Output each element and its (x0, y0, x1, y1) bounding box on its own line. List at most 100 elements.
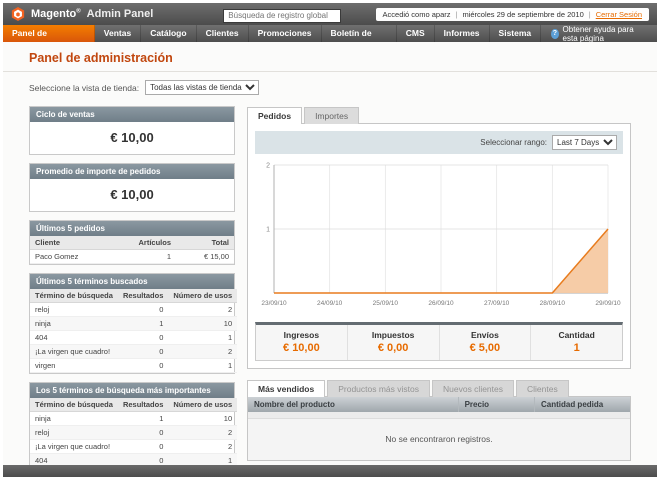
main-nav: Panel de administración Ventas Catálogo … (3, 24, 657, 55)
column-header: Resultados (117, 398, 169, 412)
column-header: Artículos (133, 236, 176, 250)
nav-item-catalogo[interactable]: Catálogo (141, 25, 197, 42)
help-icon: ? (551, 28, 559, 39)
tab-productos-mas-vistos[interactable]: Productos más vistos (327, 380, 430, 397)
brand-name: Magento® (31, 8, 81, 20)
stat-ingresos: Ingresos € 10,00 (256, 325, 347, 360)
range-select[interactable]: Last 7 Days (552, 135, 617, 150)
stat-impuestos: Impuestos € 0,00 (346, 325, 439, 360)
svg-text:1: 1 (266, 227, 270, 234)
store-view-row: Seleccione la vista de tienda: Todas las… (3, 72, 657, 104)
stat-label: Cantidad (558, 330, 595, 340)
tab-pedidos[interactable]: Pedidos (247, 107, 303, 124)
top-search-title: Los 5 términos de búsqueda más important… (30, 383, 234, 398)
page-title: Panel de administración (29, 51, 173, 65)
stat-label: Envíos (470, 330, 499, 340)
nav-item-informes[interactable]: Informes (435, 25, 490, 42)
stat-envios: Envíos € 5,00 (438, 325, 531, 360)
range-label: Seleccionar rango: (480, 138, 547, 147)
orders-chart-wrap: 1 2 23/09/10 24/09/10 25/09/10 26/09/10 27/09/… (255, 154, 623, 314)
global-search (223, 5, 342, 23)
grid-column-header[interactable]: Nombre del producto (248, 397, 459, 412)
table-row[interactable]: ninja 1 10 (30, 411, 238, 426)
top-search-table: Término de búsqueda Resultados Número de… (30, 398, 238, 465)
tab-mas-vendidos[interactable]: Más vendidos (247, 380, 326, 397)
tab-nuevos-clientes[interactable]: Nuevos clientes (432, 380, 515, 397)
nav-item-sistema[interactable]: Sistema (490, 25, 542, 42)
table-row[interactable]: Paco Gomez 1 € 15,00 (30, 249, 234, 264)
orders-chart: 1 2 23/09/10 24/09/10 25/09/10 26/09/10 27/09/… (261, 163, 621, 308)
grid-column-header[interactable]: Precio (458, 397, 535, 412)
lifetime-sales-value: € 10,00 (110, 130, 154, 145)
dashboard-left-column: Ciclo de ventas € 10,00 Promedio de impo… (29, 106, 238, 465)
nav-item-boletin[interactable]: Boletín de noticias (322, 25, 397, 55)
table-row[interactable]: ¡La virgen que cuadro! 0 2 (30, 344, 238, 359)
separator: | (588, 9, 591, 19)
chart-tabs: Pedidos Importes (247, 106, 631, 124)
help-label: Obtener ayuda para esta página (562, 24, 634, 43)
stat-label: Impuestos (371, 330, 415, 340)
column-header: Resultados (117, 289, 169, 303)
footer-bar (3, 465, 657, 477)
session-info: Accedió como aparz | miércoles 29 de sep… (375, 7, 649, 21)
average-orders-box: Promedio de importe de pedidos € 10,00 (29, 163, 235, 212)
svg-text:26/09/10: 26/09/10 (428, 300, 454, 307)
lifetime-sales-box: Ciclo de ventas € 10,00 (29, 106, 235, 155)
column-header: Número de usos (168, 289, 238, 303)
store-view-label: Seleccione la vista de tienda: (29, 82, 140, 93)
magento-logo-icon (11, 7, 25, 21)
product-name: Admin Panel (86, 8, 154, 20)
table-row[interactable]: ¡La virgen que cuadro! 0 2 (30, 439, 238, 454)
table-row[interactable]: reloj 0 2 (30, 302, 238, 317)
top-search-box: Los 5 términos de búsqueda más important… (29, 382, 238, 465)
tab-importes[interactable]: Importes (304, 107, 360, 124)
last-search-box: Últimos 5 términos buscados Término de b… (29, 273, 238, 374)
svg-text:24/09/10: 24/09/10 (317, 300, 343, 307)
last-search-table: Término de búsqueda Resultados Número de… (30, 289, 238, 373)
svg-text:23/09/10: 23/09/10 (261, 300, 287, 307)
svg-text:27/09/10: 27/09/10 (484, 300, 510, 307)
column-header: Término de búsqueda (30, 398, 118, 412)
svg-text:29/09/10: 29/09/10 (595, 300, 621, 307)
last-search-title: Últimos 5 términos buscados (30, 274, 234, 289)
nav-item-cms[interactable]: CMS (397, 25, 435, 42)
nav-item-promociones[interactable]: Promociones (249, 25, 322, 42)
stat-cantidad: Cantidad 1 (530, 325, 622, 360)
stat-label: Ingresos (283, 330, 320, 340)
average-orders-title: Promedio de importe de pedidos (30, 164, 234, 179)
column-header: Cliente (30, 236, 134, 250)
top-header: Magento® Admin Panel Accedió como aparz … (3, 3, 657, 25)
column-header: Término de búsqueda (30, 289, 118, 303)
svg-text:25/09/10: 25/09/10 (373, 300, 399, 307)
stat-value: € 10,00 (283, 342, 320, 354)
stat-value: € 0,00 (377, 342, 409, 354)
table-row[interactable]: ninja 1 10 (30, 316, 238, 331)
page-help-link[interactable]: ? Obtener ayuda para esta página (541, 24, 657, 43)
table-row[interactable]: virgen 0 1 (30, 358, 238, 373)
last-orders-box: Últimos 5 pedidos Cliente Artículos Tota… (29, 220, 235, 265)
table-row[interactable]: reloj 0 2 (30, 425, 238, 440)
store-view-select[interactable]: Todas las vistas de tienda (145, 80, 260, 95)
column-header: Número de usos (168, 398, 238, 412)
table-row[interactable]: 404 0 1 (30, 453, 238, 465)
dashboard-right-column: Pedidos Importes Seleccionar rango: Last… (247, 106, 631, 465)
content-area: Panel de administración Seleccione la vi… (3, 42, 657, 465)
nav-item-clientes[interactable]: Clientes (197, 25, 249, 42)
grid-column-header[interactable]: Cantidad pedida (534, 397, 630, 412)
global-search-input[interactable] (223, 8, 342, 23)
totals-bar: Ingresos € 10,00 Impuestos € 0,00 Envíos… (255, 322, 623, 361)
last-orders-title: Últimos 5 pedidos (30, 221, 234, 236)
trademark: ® (76, 8, 81, 15)
table-row[interactable]: 404 0 1 (30, 330, 238, 345)
separator: | (455, 9, 458, 19)
bestsellers-grid: Nombre del producto Precio Cantidad pedi… (247, 396, 631, 461)
grid-empty-row: No se encontraron registros. (248, 418, 630, 460)
svg-text:2: 2 (266, 163, 270, 170)
nav-item-ventas[interactable]: Ventas (95, 25, 142, 42)
nav-item-dashboard[interactable]: Panel de administración (3, 25, 95, 55)
admin-window: Magento® Admin Panel Accedió como aparz … (3, 3, 657, 477)
logout-link[interactable]: Cerrar Sesión (596, 10, 642, 19)
current-date: miércoles 29 de septiembre de 2010 (462, 9, 584, 19)
tab-clientes[interactable]: Clientes (516, 380, 569, 397)
empty-message: No se encontraron registros. (248, 418, 630, 460)
